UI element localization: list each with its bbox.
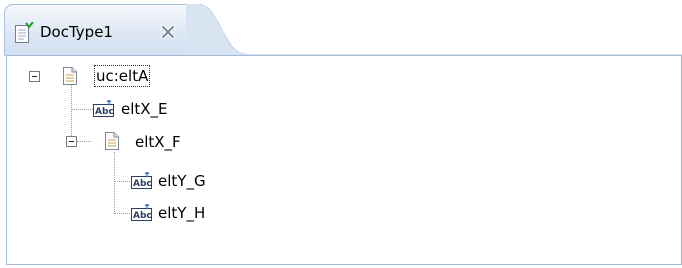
tree-connector [114, 213, 130, 214]
editor-tab-strip: DocType1 [0, 0, 682, 56]
document-icon [105, 132, 119, 150]
collapse-toggle-root[interactable] [29, 71, 40, 82]
tree-connector [114, 181, 130, 182]
tree-connector [77, 141, 91, 142]
document-icon [63, 67, 77, 85]
abc-text-icon: Abc [131, 172, 152, 189]
tree-node-label[interactable]: eltY_H [158, 203, 205, 223]
tree-node-label[interactable]: eltY_G [158, 171, 206, 191]
tree-node-label[interactable]: eltX_E [121, 99, 168, 119]
svg-text:Abc: Abc [95, 107, 114, 117]
abc-text-icon: Abc [131, 204, 152, 221]
tree-node-root-label[interactable]: uc:eltA [93, 65, 151, 87]
tree-connector [114, 152, 115, 214]
svg-text:Abc: Abc [133, 211, 152, 221]
tree-connector [71, 85, 72, 142]
tree-view-panel [6, 55, 682, 265]
abc-text-icon: Abc [93, 100, 114, 117]
collapse-toggle-eltx-f[interactable] [66, 136, 77, 147]
close-icon[interactable] [160, 24, 176, 40]
tree-node-label[interactable]: eltX_F [135, 132, 181, 152]
tab-title: DocType1 [40, 23, 113, 41]
tree-connector [71, 109, 93, 110]
svg-text:Abc: Abc [133, 179, 152, 189]
tab-edge-curve [186, 4, 682, 56]
doctype-icon [15, 22, 34, 43]
